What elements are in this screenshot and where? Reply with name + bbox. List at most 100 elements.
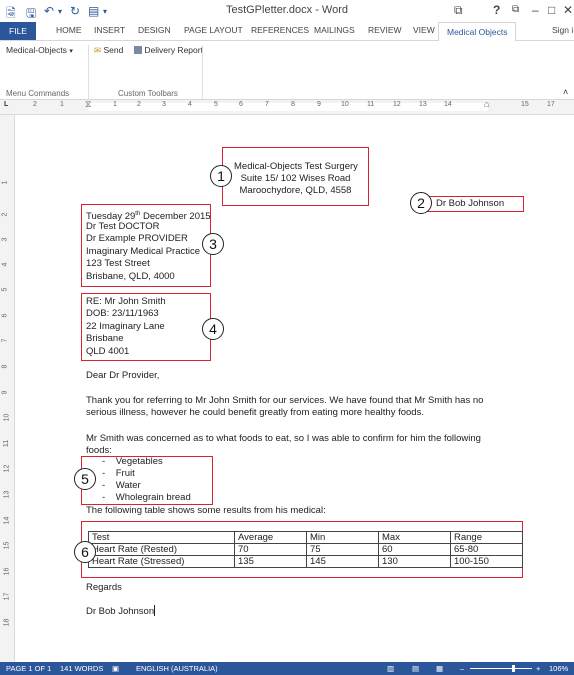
recipient-line: Dr Test DOCTOR (86, 221, 160, 232)
title-bar: 🗟 🖫 ↶ ▾ ↻ ▤ ▾ TestGPletter.docx - Word ⧉… (0, 0, 574, 22)
tab-home[interactable]: HOME (56, 25, 82, 35)
zoom-slider-thumb[interactable] (512, 665, 515, 672)
table-cell: 130 (378, 555, 451, 568)
zoom-out-button[interactable]: – (460, 664, 464, 673)
body-paragraph-line: Mr Smith was concerned as to what foods … (86, 433, 481, 444)
zoom-slider-track[interactable] (470, 668, 532, 669)
doctor-name: Dr Bob Johnson (436, 198, 505, 209)
tab-view[interactable]: VIEW (413, 25, 435, 35)
ruler-number: 7 (1, 338, 9, 343)
ruler-number: 15 (521, 101, 529, 108)
tab-insert[interactable]: INSERT (94, 25, 125, 35)
list-item: - Fruit (102, 468, 135, 479)
vertical-ruler[interactable]: 1 2 3 4 5 6 7 8 9 10 11 12 13 14 15 16 1… (0, 115, 15, 662)
horizontal-ruler[interactable]: L 2 1 ⧖ 1 2 3 4 5 6 7 8 9 10 11 12 13 14… (0, 99, 574, 115)
ruler-number: 18 (3, 618, 11, 627)
restore-ribbon-button[interactable]: ⧉ (512, 4, 519, 15)
ribbon-options-icon[interactable]: ⧉ (454, 3, 463, 18)
tab-page-layout[interactable]: PAGE LAYOUT (184, 25, 243, 35)
table-row: Heart Rate (Rested) 70 75 60 65-80 (88, 543, 523, 556)
ruler-number: 10 (341, 101, 349, 108)
ruler-number: 2 (1, 212, 9, 217)
help-button[interactable]: ? (493, 3, 500, 17)
print-layout-icon[interactable]: ▤ (412, 664, 419, 673)
signature: Dr Bob Johnson (86, 605, 156, 618)
ruler-number: 12 (3, 464, 11, 473)
sender-address-line: Medical-Objects Test Surgery (234, 161, 358, 172)
patient-line: Brisbane (86, 333, 124, 344)
maximize-button[interactable]: □ (548, 3, 555, 17)
table-cell: 60 (378, 543, 451, 556)
tab-selector-icon[interactable]: L (4, 101, 8, 108)
salutation: Dear Dr Provider, (86, 370, 160, 381)
left-indent-marker-icon[interactable]: ⧖ (85, 99, 91, 110)
ruler-number: 17 (3, 592, 11, 601)
ruler-number: 8 (291, 101, 295, 108)
closing: Regards (86, 582, 122, 593)
ruler-number: 10 (3, 413, 11, 422)
status-bar: PAGE 1 OF 1 141 WORDS ▣ ENGLISH (AUSTRAL… (0, 662, 574, 675)
ruler-number: 3 (1, 237, 9, 242)
minimize-button[interactable]: – (532, 3, 539, 17)
zoom-in-button[interactable]: + (536, 664, 540, 673)
document-area[interactable]: 1 2 3 4 5 6 7 8 9 10 11 12 13 14 15 16 1… (0, 115, 574, 662)
patient-line: 22 Imaginary Lane (86, 321, 165, 332)
patient-line: RE: Mr John Smith (86, 296, 166, 307)
list-item: - Vegetables (102, 456, 163, 467)
table-header-cell: Min (306, 531, 379, 544)
delivery-report-button[interactable]: Delivery Report (134, 45, 203, 55)
send-button[interactable]: ✉ Send (94, 45, 123, 56)
web-layout-icon[interactable]: ▦ (436, 664, 443, 673)
zoom-level[interactable]: 106% (549, 664, 568, 673)
table-row: Heart Rate (Stressed) 135 145 130 100-15… (88, 555, 523, 568)
ruler-number: 11 (3, 439, 11, 448)
word-count[interactable]: 141 WORDS (60, 664, 103, 673)
ruler-number: 2 (137, 101, 141, 108)
close-button[interactable]: ✕ (563, 3, 573, 17)
ruler-number: 14 (3, 516, 11, 525)
table-header-cell: Test (88, 531, 235, 544)
ruler-number: 6 (239, 101, 243, 108)
tab-file[interactable]: FILE (0, 22, 36, 40)
tab-mailings[interactable]: MAILINGS (314, 25, 355, 35)
right-indent-marker-icon[interactable]: ⌂ (484, 99, 489, 109)
tab-medical-objects[interactable]: Medical Objects (438, 22, 517, 42)
ruler-number: 1 (1, 180, 9, 185)
table-header-cell: Max (378, 531, 451, 544)
table-cell: 135 (234, 555, 307, 568)
language-indicator[interactable]: ENGLISH (AUSTRALIA) (136, 664, 218, 673)
tab-design[interactable]: DESIGN (138, 25, 171, 35)
ruler-text-area (88, 103, 488, 111)
table-cell: Heart Rate (Rested) (88, 543, 235, 556)
tab-review[interactable]: REVIEW (368, 25, 402, 35)
group-divider (202, 45, 203, 99)
sign-in-link[interactable]: Sign i (552, 25, 573, 35)
callout-number-2: 2 (410, 192, 432, 214)
collapse-ribbon-icon[interactable]: ˄ (563, 87, 568, 97)
group-label-custom-toolbars: Custom Toolbars (118, 89, 178, 98)
group-divider (88, 45, 89, 99)
ruler-number: 9 (317, 101, 321, 108)
ruler-number: 4 (1, 262, 9, 267)
table-header-cell: Average (234, 531, 307, 544)
body-paragraph-line: serious illness, however he could benefi… (86, 407, 424, 418)
document-page[interactable]: Medical-Objects Test Surgery Suite 15/ 1… (16, 115, 556, 662)
chevron-down-icon: ▾ (69, 48, 73, 55)
delivery-report-label: Delivery Report (144, 45, 203, 55)
body-paragraph-line: Thank you for referring to Mr John Smith… (86, 395, 484, 406)
ruler-number: 1 (113, 101, 117, 108)
ruler-number: 9 (1, 390, 9, 395)
report-icon (134, 46, 142, 54)
sender-address-line: Suite 15/ 102 Wises Road (240, 173, 351, 184)
vertical-scrollbar[interactable] (560, 115, 574, 662)
tab-references[interactable]: REFERENCES (251, 25, 309, 35)
medical-objects-menu-button[interactable]: Medical-Objects ▾ (6, 45, 73, 55)
proofing-icon[interactable]: ▣ (112, 664, 119, 673)
table-cell: 70 (234, 543, 307, 556)
ruler-number: 11 (367, 101, 375, 108)
list-item: - Water (102, 480, 141, 491)
read-mode-icon[interactable]: ▥ (387, 664, 394, 673)
page-count[interactable]: PAGE 1 OF 1 (6, 664, 51, 673)
ribbon-tabs: FILE HOME INSERT DESIGN PAGE LAYOUT REFE… (0, 22, 574, 42)
callout-number-3: 3 (202, 233, 224, 255)
